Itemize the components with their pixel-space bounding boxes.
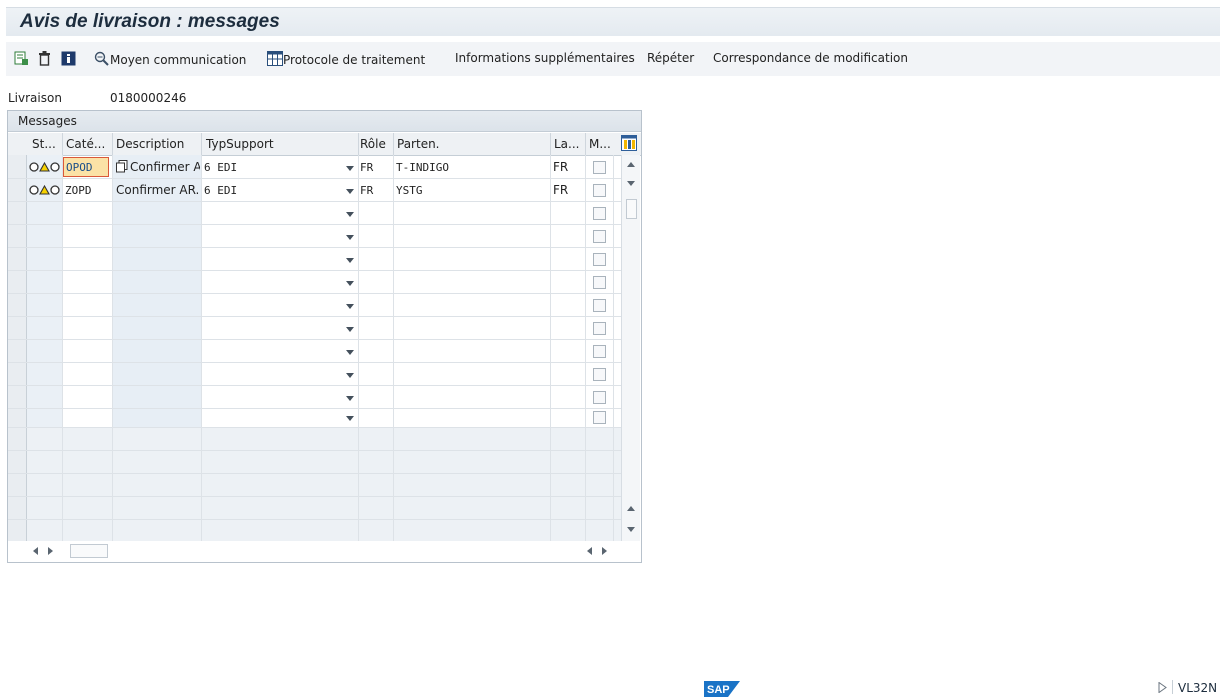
horizontal-scrollbar[interactable] xyxy=(8,541,641,561)
readonly-rows-bg xyxy=(27,427,621,541)
scroll-up-icon[interactable] xyxy=(627,505,635,511)
grid-title: Messages xyxy=(18,114,77,128)
partner-cell[interactable]: T-INDIGO xyxy=(396,161,449,174)
grid-title-bar: Messages xyxy=(8,111,641,132)
checkbox[interactable] xyxy=(593,161,606,174)
toolbar-label: Informations supplémentaires xyxy=(455,51,635,65)
column-settings-button[interactable] xyxy=(621,135,637,154)
checkbox[interactable] xyxy=(593,184,606,197)
scroll-down-icon[interactable] xyxy=(627,527,635,533)
additional-info-button[interactable]: Informations supplémentaires xyxy=(455,51,635,65)
partner-cell[interactable]: YSTG xyxy=(396,184,423,197)
scroll-right-icon[interactable] xyxy=(602,547,608,555)
checkbox[interactable] xyxy=(593,230,606,243)
traffic-light-icon xyxy=(29,184,60,195)
repeat-button[interactable]: Répéter xyxy=(647,51,694,65)
info-icon xyxy=(61,51,76,66)
language-cell[interactable]: FR xyxy=(553,183,568,197)
checkbox[interactable] xyxy=(593,207,606,220)
dropdown-arrow-icon[interactable] xyxy=(346,396,354,401)
col-header-category[interactable]: Caté... xyxy=(66,137,105,151)
dropdown-arrow-icon[interactable] xyxy=(346,327,354,332)
scroll-up-icon[interactable] xyxy=(627,161,635,167)
role-cell[interactable]: FR xyxy=(360,184,373,197)
col-header-support-type[interactable]: TypSupport xyxy=(206,137,274,151)
checkbox[interactable] xyxy=(593,299,606,312)
vertical-scrollbar[interactable] xyxy=(621,155,640,549)
checkbox[interactable] xyxy=(593,345,606,358)
transaction-code: VL32N xyxy=(1178,681,1218,695)
role-cell[interactable]: FR xyxy=(360,161,373,174)
delete-button[interactable] xyxy=(38,51,51,67)
magnify-communication-icon xyxy=(94,51,109,66)
checkbox[interactable] xyxy=(593,276,606,289)
delivery-label: Livraison xyxy=(8,91,62,105)
status-expand-icon[interactable] xyxy=(1158,682,1167,693)
description-cell: Confirmer ARL xyxy=(130,160,200,174)
detail-icon xyxy=(14,51,28,65)
status-lights xyxy=(29,161,61,176)
col-header-medium[interactable]: M... xyxy=(589,137,611,151)
toolbar-label: Répéter xyxy=(647,51,695,65)
col-header-role[interactable]: Rôle xyxy=(360,137,386,151)
scroll-down-icon[interactable] xyxy=(627,181,635,187)
scroll-thumb[interactable] xyxy=(70,544,108,558)
col-header-status[interactable]: St... xyxy=(32,137,56,151)
page-title: Avis de livraison : messages xyxy=(20,11,280,32)
title-bar: Avis de livraison : messages xyxy=(6,7,1220,36)
col-header-description[interactable]: Description xyxy=(116,137,184,151)
detail-button[interactable] xyxy=(14,51,29,67)
dropdown-arrow-icon[interactable] xyxy=(346,258,354,263)
checkbox[interactable] xyxy=(593,411,606,424)
toolbar-label: Moyen communication xyxy=(110,53,247,67)
status-bar: SAP VL32N xyxy=(0,674,1220,699)
dropdown-arrow-icon[interactable] xyxy=(346,304,354,309)
category-cell[interactable]: ZOPD xyxy=(65,184,92,197)
scroll-left-icon[interactable] xyxy=(32,547,38,555)
svg-text:SAP: SAP xyxy=(707,684,730,696)
status-lights xyxy=(29,184,61,199)
scroll-left-icon[interactable] xyxy=(586,547,592,555)
application-toolbar: Moyen communication Protocole de traitem… xyxy=(6,42,1220,76)
trash-icon xyxy=(39,51,50,66)
dropdown-arrow-icon[interactable] xyxy=(346,166,354,171)
toolbar-label: Protocole de traitement xyxy=(283,53,426,67)
traffic-light-icon xyxy=(29,161,60,172)
processing-log-button[interactable]: Protocole de traitement xyxy=(267,51,425,67)
checkbox[interactable] xyxy=(593,322,606,335)
delivery-number: 0180000246 xyxy=(110,91,187,105)
communication-method-button[interactable]: Moyen communication xyxy=(94,51,246,67)
support-type-select[interactable]: 6 EDI xyxy=(204,184,237,197)
messages-grid: Messages St... Caté... Description TypSu… xyxy=(7,110,642,563)
scroll-right-icon[interactable] xyxy=(48,547,54,555)
col-header-partner[interactable]: Parten. xyxy=(397,137,440,151)
dropdown-arrow-icon[interactable] xyxy=(346,281,354,286)
dropdown-arrow-icon[interactable] xyxy=(346,373,354,378)
checkbox[interactable] xyxy=(593,368,606,381)
dropdown-arrow-icon[interactable] xyxy=(346,189,354,194)
language-cell[interactable]: FR xyxy=(553,160,568,174)
scroll-thumb[interactable] xyxy=(626,199,637,219)
sap-logo: SAP xyxy=(704,681,740,697)
category-input-selected[interactable]: OPOD xyxy=(63,157,109,177)
support-type-select[interactable]: 6 EDI xyxy=(204,161,237,174)
table-settings-icon xyxy=(621,135,637,151)
col-header-language[interactable]: La... xyxy=(554,137,579,151)
dropdown-arrow-icon[interactable] xyxy=(346,350,354,355)
dropdown-arrow-icon[interactable] xyxy=(346,235,354,240)
checkbox[interactable] xyxy=(593,391,606,404)
change-correspondence-button[interactable]: Correspondance de modification xyxy=(713,51,908,65)
info-button[interactable] xyxy=(61,51,76,67)
dropdown-arrow-icon[interactable] xyxy=(346,416,354,421)
checkbox[interactable] xyxy=(593,253,606,266)
description-cell: Confirmer AR... xyxy=(116,183,200,197)
grid-header: St... Caté... Description TypSupport Rôl… xyxy=(8,133,641,156)
table-grid-icon xyxy=(267,51,283,66)
toolbar-label: Correspondance de modification xyxy=(713,51,908,65)
dropdown-arrow-icon[interactable] xyxy=(346,212,354,217)
row-selector-column[interactable] xyxy=(8,155,27,541)
